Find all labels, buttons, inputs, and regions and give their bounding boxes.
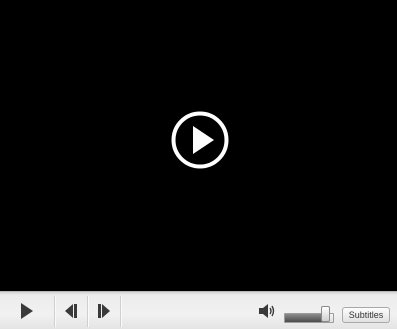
- previous-button[interactable]: [56, 292, 86, 329]
- previous-icon: [65, 303, 77, 318]
- play-icon: [20, 302, 33, 319]
- mute-button[interactable]: [256, 292, 278, 329]
- play-button[interactable]: [0, 292, 53, 329]
- video-area[interactable]: [0, 0, 397, 291]
- control-bar: [0, 291, 397, 329]
- video-player: Subtitles: [0, 0, 397, 329]
- next-icon: [98, 303, 110, 318]
- volume-level-fill: [285, 314, 326, 322]
- play-overlay-icon[interactable]: [171, 111, 229, 169]
- next-button[interactable]: [89, 292, 119, 329]
- subtitles-button[interactable]: Subtitles: [342, 307, 390, 323]
- divider: [120, 296, 122, 327]
- volume-icon: [259, 303, 275, 318]
- volume-slider-handle[interactable]: [321, 306, 330, 322]
